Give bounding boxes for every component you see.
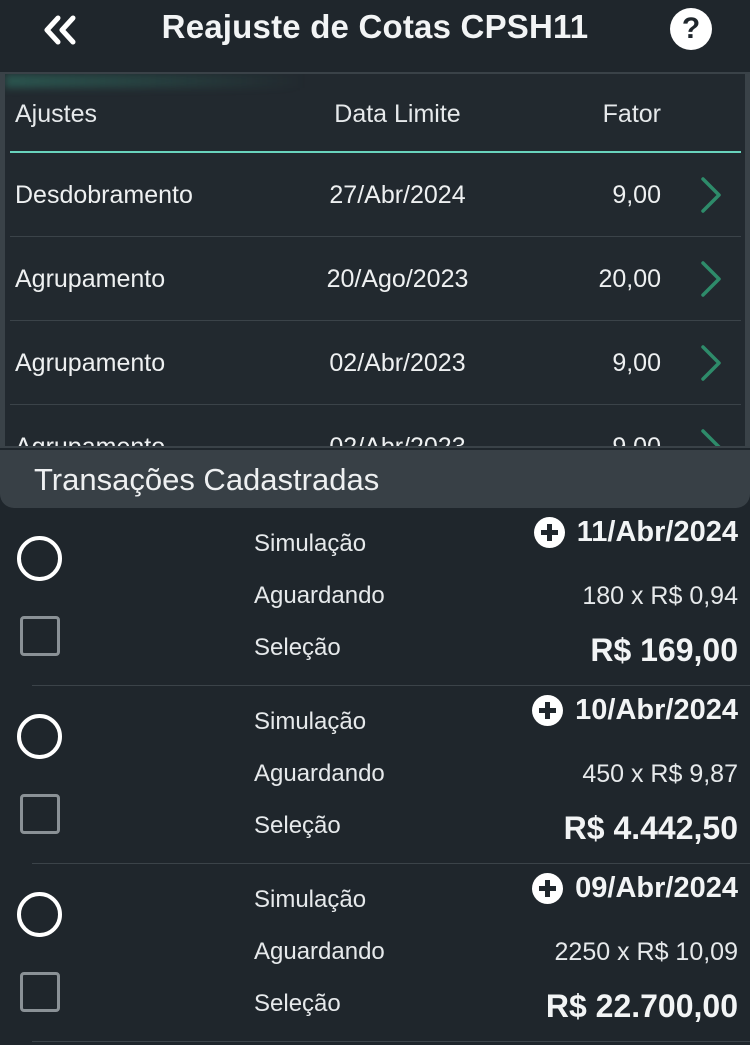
adjustment-row[interactable]: Agrupamento 02/Abr/2023 9,00 <box>10 321 741 405</box>
plus-circle-icon[interactable] <box>533 517 565 548</box>
adjustment-type: Agrupamento <box>15 349 166 377</box>
section-title: Transações Cadastradas <box>34 462 380 497</box>
adjustment-factor: 20,00 <box>598 265 661 293</box>
adjustment-date: 27/Abr/2024 <box>329 181 466 209</box>
transaction-type-label: Simulação <box>254 708 367 735</box>
transaction-date: 11/Abr/2024 <box>576 516 738 548</box>
adjustments-table: Ajustes Data Limite Fator Desdobramento … <box>0 72 750 448</box>
column-header-factor: Fator <box>602 100 661 128</box>
transactions-section-header: Transações Cadastradas <box>0 450 750 508</box>
header-glow <box>5 74 305 88</box>
page-title: Reajuste de Cotas CPSH11 <box>161 8 589 45</box>
transaction-select-label: Seleção <box>254 812 341 839</box>
adjustment-type: Desdobramento <box>15 181 193 209</box>
adjustment-date: 20/Ago/2023 <box>326 265 469 293</box>
transaction-status-label: Aguardando <box>254 938 385 965</box>
column-header-deadline: Data Limite <box>334 100 461 128</box>
transaction-quantity-price: 2250 x R$ 10,09 <box>554 938 738 966</box>
transaction-status-label: Aguardando <box>254 760 385 787</box>
adjustment-factor: 9,00 <box>612 349 661 377</box>
adjustment-date: 02/Abr/2023 <box>329 433 466 448</box>
top-bar: Reajuste de Cotas CPSH11 ? <box>0 0 750 60</box>
plus-circle-icon[interactable] <box>532 695 564 726</box>
transaction-checkbox[interactable] <box>20 794 60 834</box>
chevron-right-icon <box>701 429 721 446</box>
transaction-total: R$ 4.442,50 <box>563 810 738 846</box>
adjustment-type: Agrupamento <box>15 433 166 448</box>
question-circle-icon: ? <box>681 12 701 45</box>
adjustment-row[interactable]: Desdobramento 27/Abr/2024 9,00 <box>10 153 741 237</box>
transaction-item[interactable]: Simulação Aguardando Seleção 09/Abr/2024… <box>0 864 750 1042</box>
adjustment-row[interactable]: Agrupamento 20/Ago/2023 20,00 <box>10 237 741 321</box>
transaction-radio[interactable] <box>17 536 62 581</box>
transaction-date-group: 11/Abr/2024 <box>533 516 738 549</box>
transaction-checkbox[interactable] <box>20 616 60 656</box>
chevron-right-icon <box>701 177 721 213</box>
help-button[interactable]: ? <box>670 8 712 50</box>
transaction-status-label: Aguardando <box>254 582 385 609</box>
transaction-quantity-price: 450 x R$ 9,87 <box>582 760 738 788</box>
divider <box>32 1041 750 1042</box>
transaction-date: 10/Abr/2024 <box>575 694 738 726</box>
adjustment-factor: 9,00 <box>612 181 661 209</box>
adjustment-date: 02/Abr/2023 <box>329 349 466 377</box>
column-header-adjustments: Ajustes <box>15 100 97 128</box>
chevron-right-icon <box>701 345 721 381</box>
transaction-select-label: Seleção <box>254 990 341 1017</box>
transaction-total: R$ 22.700,00 <box>545 988 738 1024</box>
transaction-checkbox[interactable] <box>20 972 60 1012</box>
adjustment-factor: 9,00 <box>612 433 661 448</box>
transaction-type-label: Simulação <box>254 530 367 557</box>
transaction-radio[interactable] <box>17 892 62 937</box>
plus-circle-icon[interactable] <box>532 873 564 904</box>
transaction-select-label: Seleção <box>254 634 341 661</box>
transaction-quantity-price: 180 x R$ 0,94 <box>582 582 738 610</box>
transaction-total: R$ 169,00 <box>590 632 738 668</box>
adjustment-row[interactable]: Agrupamento 02/Abr/2023 9,00 <box>10 405 741 448</box>
transaction-type-label: Simulação <box>254 886 367 913</box>
transaction-item[interactable]: Simulação Aguardando Seleção 10/Abr/2024… <box>0 686 750 864</box>
transaction-date-group: 10/Abr/2024 <box>532 694 738 727</box>
transaction-date-group: 09/Abr/2024 <box>532 872 738 905</box>
transaction-radio[interactable] <box>17 714 62 759</box>
chevron-right-icon <box>701 261 721 297</box>
adjustment-type: Agrupamento <box>15 265 166 293</box>
transaction-date: 09/Abr/2024 <box>575 872 738 904</box>
transaction-item[interactable]: Simulação Aguardando Seleção 11/Abr/2024… <box>0 508 750 686</box>
